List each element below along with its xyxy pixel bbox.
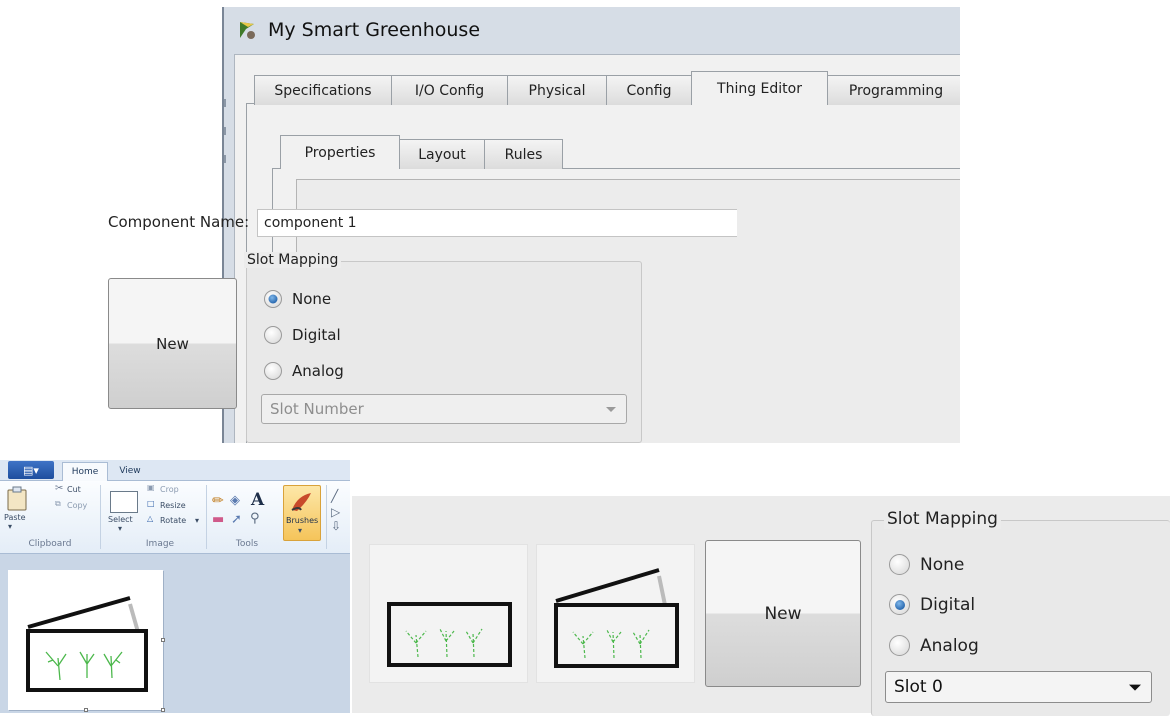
rotate-icon[interactable]: △ bbox=[147, 514, 153, 523]
rotate-label[interactable]: Rotate bbox=[160, 516, 186, 525]
pencil-icon[interactable]: ✏ bbox=[212, 493, 224, 509]
color-picker-icon[interactable]: ➚ bbox=[231, 512, 242, 527]
menu-icon: ▤▾ bbox=[23, 463, 39, 477]
radio-none[interactable]: None bbox=[264, 290, 331, 308]
copy-icon[interactable]: ⧉ bbox=[55, 499, 61, 509]
paint-canvas[interactable] bbox=[8, 570, 163, 710]
greenhouse-closed-image bbox=[369, 544, 528, 683]
greenhouse-closed-sketch bbox=[387, 602, 512, 667]
app-logo-icon bbox=[240, 22, 255, 39]
brushes-label: Brushes bbox=[286, 516, 319, 525]
select-icon[interactable] bbox=[110, 491, 138, 513]
crop-icon[interactable]: ▣ bbox=[147, 483, 155, 492]
cut-icon[interactable]: ✂ bbox=[55, 483, 63, 494]
resize-handle[interactable] bbox=[161, 638, 165, 642]
radio-label: Digital bbox=[920, 594, 976, 615]
tab-programming[interactable]: Programming bbox=[827, 75, 960, 105]
chevron-down-icon[interactable]: ▾ bbox=[195, 516, 199, 525]
tab-layout[interactable]: Layout bbox=[399, 139, 485, 169]
resize-grip bbox=[224, 155, 226, 163]
slot-mapping-title: Slot Mapping bbox=[884, 509, 1001, 529]
greenhouse-open-image bbox=[536, 544, 695, 683]
text-tool-icon[interactable]: A bbox=[251, 490, 264, 510]
chevron-down-icon: ▾ bbox=[298, 526, 303, 535]
radio-label: None bbox=[920, 554, 965, 575]
paint-tab-view[interactable]: View bbox=[113, 462, 147, 480]
ribbon-separator bbox=[100, 485, 101, 549]
dropdown-placeholder: Slot Number bbox=[270, 400, 364, 418]
triangle-shape-icon[interactable]: ▷ bbox=[331, 505, 340, 519]
resize-grip bbox=[224, 127, 226, 135]
tab-properties[interactable]: Properties bbox=[280, 135, 400, 169]
component-name-input[interactable] bbox=[257, 209, 737, 237]
brush-icon bbox=[291, 493, 311, 511]
tab-physical[interactable]: Physical bbox=[507, 75, 607, 105]
line-shape-icon[interactable]: ╱ bbox=[331, 489, 338, 503]
radio-none[interactable]: None bbox=[889, 554, 964, 575]
chevron-down-icon bbox=[1129, 684, 1141, 691]
copy-label[interactable]: Copy bbox=[67, 501, 87, 510]
eraser-icon[interactable]: ▬ bbox=[212, 512, 224, 527]
dropdown-value: Slot 0 bbox=[894, 677, 943, 697]
title-bar: My Smart Greenhouse bbox=[224, 7, 960, 53]
chevron-down-icon[interactable]: ▾ bbox=[118, 524, 122, 533]
tab-io-config[interactable]: I/O Config bbox=[391, 75, 508, 105]
slot-number-dropdown[interactable]: Slot Number bbox=[261, 394, 627, 424]
ribbon-separator bbox=[326, 485, 327, 549]
image-group-label: Image bbox=[145, 539, 175, 549]
cut-label[interactable]: Cut bbox=[67, 485, 81, 494]
radio-digital[interactable]: Digital bbox=[889, 594, 975, 615]
resize-handle[interactable] bbox=[84, 708, 88, 712]
chevron-down-icon[interactable]: ▾ bbox=[8, 522, 12, 531]
radio-checked-icon[interactable] bbox=[264, 290, 282, 308]
slot-number-dropdown[interactable]: Slot 0 bbox=[885, 671, 1152, 703]
clipboard-group-label: Clipboard bbox=[28, 539, 72, 549]
tab-config[interactable]: Config bbox=[606, 75, 692, 105]
window-title: My Smart Greenhouse bbox=[268, 19, 481, 41]
radio-unchecked-icon[interactable] bbox=[889, 635, 910, 656]
crop-label[interactable]: Crop bbox=[160, 485, 179, 494]
magnifier-icon[interactable]: ⚲ bbox=[250, 511, 260, 526]
radio-unchecked-icon[interactable] bbox=[889, 554, 910, 575]
radio-unchecked-icon[interactable] bbox=[264, 326, 282, 344]
arrow-shape-icon[interactable]: ⇩ bbox=[331, 519, 341, 533]
ribbon-separator bbox=[206, 485, 207, 549]
radio-unchecked-icon[interactable] bbox=[264, 362, 282, 380]
radio-label: Analog bbox=[292, 362, 344, 380]
paint-tab-home[interactable]: Home bbox=[62, 462, 108, 481]
greenhouse-open-sketch bbox=[554, 568, 679, 668]
resize-label[interactable]: Resize bbox=[160, 501, 186, 510]
paste-label[interactable]: Paste bbox=[4, 513, 26, 522]
brushes-button[interactable]: Brushes ▾ bbox=[283, 485, 321, 541]
greenhouse-sketch bbox=[26, 596, 148, 692]
tab-thing-editor[interactable]: Thing Editor bbox=[691, 71, 828, 105]
radio-digital[interactable]: Digital bbox=[264, 326, 341, 344]
new-button[interactable]: New bbox=[705, 540, 861, 687]
resize-handle[interactable] bbox=[161, 708, 165, 712]
tools-group-label: Tools bbox=[235, 539, 259, 549]
fill-icon[interactable]: ◈ bbox=[230, 493, 240, 508]
radio-analog[interactable]: Analog bbox=[889, 635, 979, 656]
radio-analog[interactable]: Analog bbox=[264, 362, 344, 380]
tab-rules[interactable]: Rules bbox=[484, 139, 563, 169]
paint-window: ▤▾ Home View Paste ▾ ✂ Cut ⧉ Copy Clipbo… bbox=[0, 460, 350, 713]
tab-specifications[interactable]: Specifications bbox=[254, 75, 392, 105]
resize-icon[interactable]: □ bbox=[147, 499, 155, 508]
radio-label: Digital bbox=[292, 326, 341, 344]
radio-label: None bbox=[292, 290, 332, 308]
resize-grip bbox=[224, 99, 226, 107]
paste-icon[interactable] bbox=[6, 486, 28, 512]
new-button[interactable]: New bbox=[108, 278, 237, 409]
radio-checked-icon[interactable] bbox=[889, 594, 910, 615]
main-tab-bar: Specifications I/O Config Physical Confi… bbox=[254, 71, 960, 105]
paint-ribbon: Paste ▾ ✂ Cut ⧉ Copy Clipboard Select ▾ … bbox=[0, 481, 350, 554]
paint-tab-bar: ▤▾ Home View bbox=[0, 460, 350, 481]
sub-tab-bar: Properties Layout Rules bbox=[280, 135, 563, 169]
radio-label: Analog bbox=[920, 635, 979, 656]
chevron-down-icon bbox=[606, 407, 616, 412]
component-name-label: Component Name: bbox=[108, 213, 250, 231]
paint-menu-button[interactable]: ▤▾ bbox=[8, 461, 54, 479]
slot-mapping-title: Slot Mapping bbox=[244, 252, 342, 268]
select-label[interactable]: Select bbox=[108, 515, 133, 524]
